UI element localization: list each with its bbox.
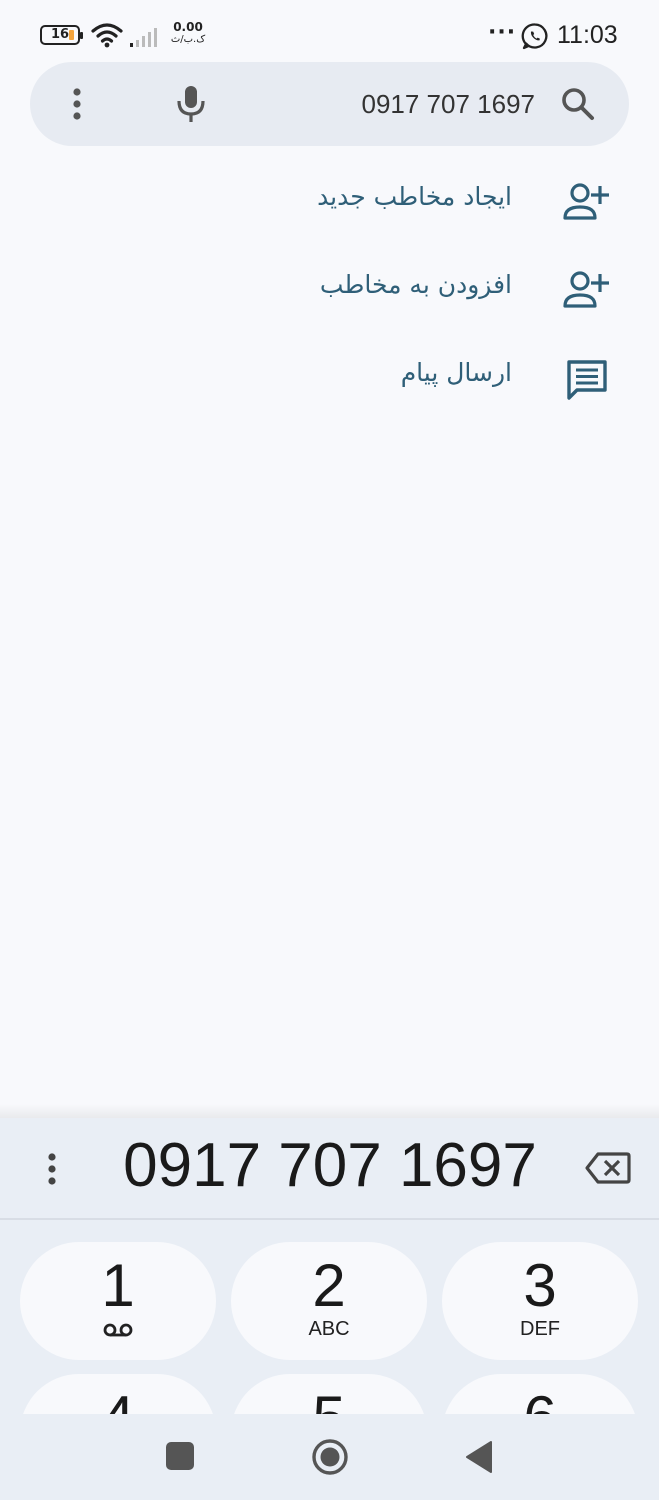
search-input[interactable]: 0917 707 1697 (361, 84, 535, 124)
search-icon[interactable] (558, 82, 598, 126)
wifi-icon (91, 23, 123, 48)
dialpad-key-digit: 3 (523, 1252, 557, 1319)
mic-icon[interactable] (173, 84, 209, 124)
back-button[interactable] (464, 1440, 494, 1474)
action-create-contact-label: ایجاد مخاطب جدید (317, 182, 512, 211)
dialpad-key-digit: 1 (101, 1252, 135, 1319)
dialpad-key-digit: 6 (442, 1386, 638, 1415)
backspace-icon[interactable] (584, 1150, 632, 1186)
home-button[interactable] (311, 1438, 349, 1476)
navigation-bar (0, 1414, 659, 1500)
search-bar[interactable]: 0917 707 1697 (30, 62, 629, 146)
battery-fill (69, 30, 74, 40)
more-vert-icon[interactable] (38, 1148, 66, 1190)
dialed-number[interactable]: 0917 707 1697 (100, 1130, 560, 1201)
action-add-to-contact[interactable]: افزودن به مخاطب (0, 256, 659, 326)
dialpad-key-digit: 2 (312, 1252, 346, 1319)
dialpad-key-5[interactable]: 5 (231, 1374, 427, 1414)
message-icon (567, 360, 607, 400)
dialpad-key-1[interactable]: 1 (20, 1242, 216, 1360)
dialpad-key-6[interactable]: 6 (442, 1374, 638, 1414)
battery-level: 16 (50, 27, 70, 42)
battery-icon: 16 (40, 25, 83, 45)
status-bar: 16 0.00 ک.ب/ث ··· 11:03 (0, 0, 659, 70)
recents-button[interactable] (166, 1442, 194, 1470)
action-send-message-label: ارسال پیام (400, 358, 512, 387)
person-add-icon (563, 271, 609, 308)
network-speed-value: 0.00 (173, 20, 203, 34)
dialpad-key-3[interactable]: 3 DEF (442, 1242, 638, 1360)
dialpad-key-letters: ABC (308, 1318, 350, 1340)
dialpad-key-digit: 5 (231, 1386, 427, 1415)
dialpad-key-letters: DEF (520, 1318, 560, 1340)
dialpad-key-4[interactable]: 4 (20, 1374, 216, 1414)
dialed-number-row: 0917 707 1697 (0, 1118, 659, 1218)
action-create-contact[interactable]: ایجاد مخاطب جدید (0, 168, 659, 238)
dialpad: 0917 707 1697 1 2 ABC 3 DEF 4 5 6 (0, 1118, 659, 1414)
action-add-to-contact-label: افزودن به مخاطب (319, 270, 512, 299)
more-notifications-icon: ··· (488, 20, 517, 45)
action-send-message[interactable]: ارسال پیام (0, 344, 659, 414)
clock: 11:03 (557, 21, 618, 49)
whatsapp-icon (521, 23, 548, 50)
signal-icon (130, 28, 157, 47)
dialpad-key-2[interactable]: 2 ABC (231, 1242, 427, 1360)
network-speed: 0.00 ک.ب/ث (167, 20, 209, 46)
person-add-icon (563, 183, 609, 220)
dialpad-key-digit: 4 (20, 1386, 216, 1415)
dialer-divider (0, 1218, 659, 1220)
voicemail-icon (103, 1323, 133, 1337)
more-vert-icon[interactable] (62, 84, 92, 124)
network-speed-unit: ک.ب/ث (170, 34, 206, 45)
